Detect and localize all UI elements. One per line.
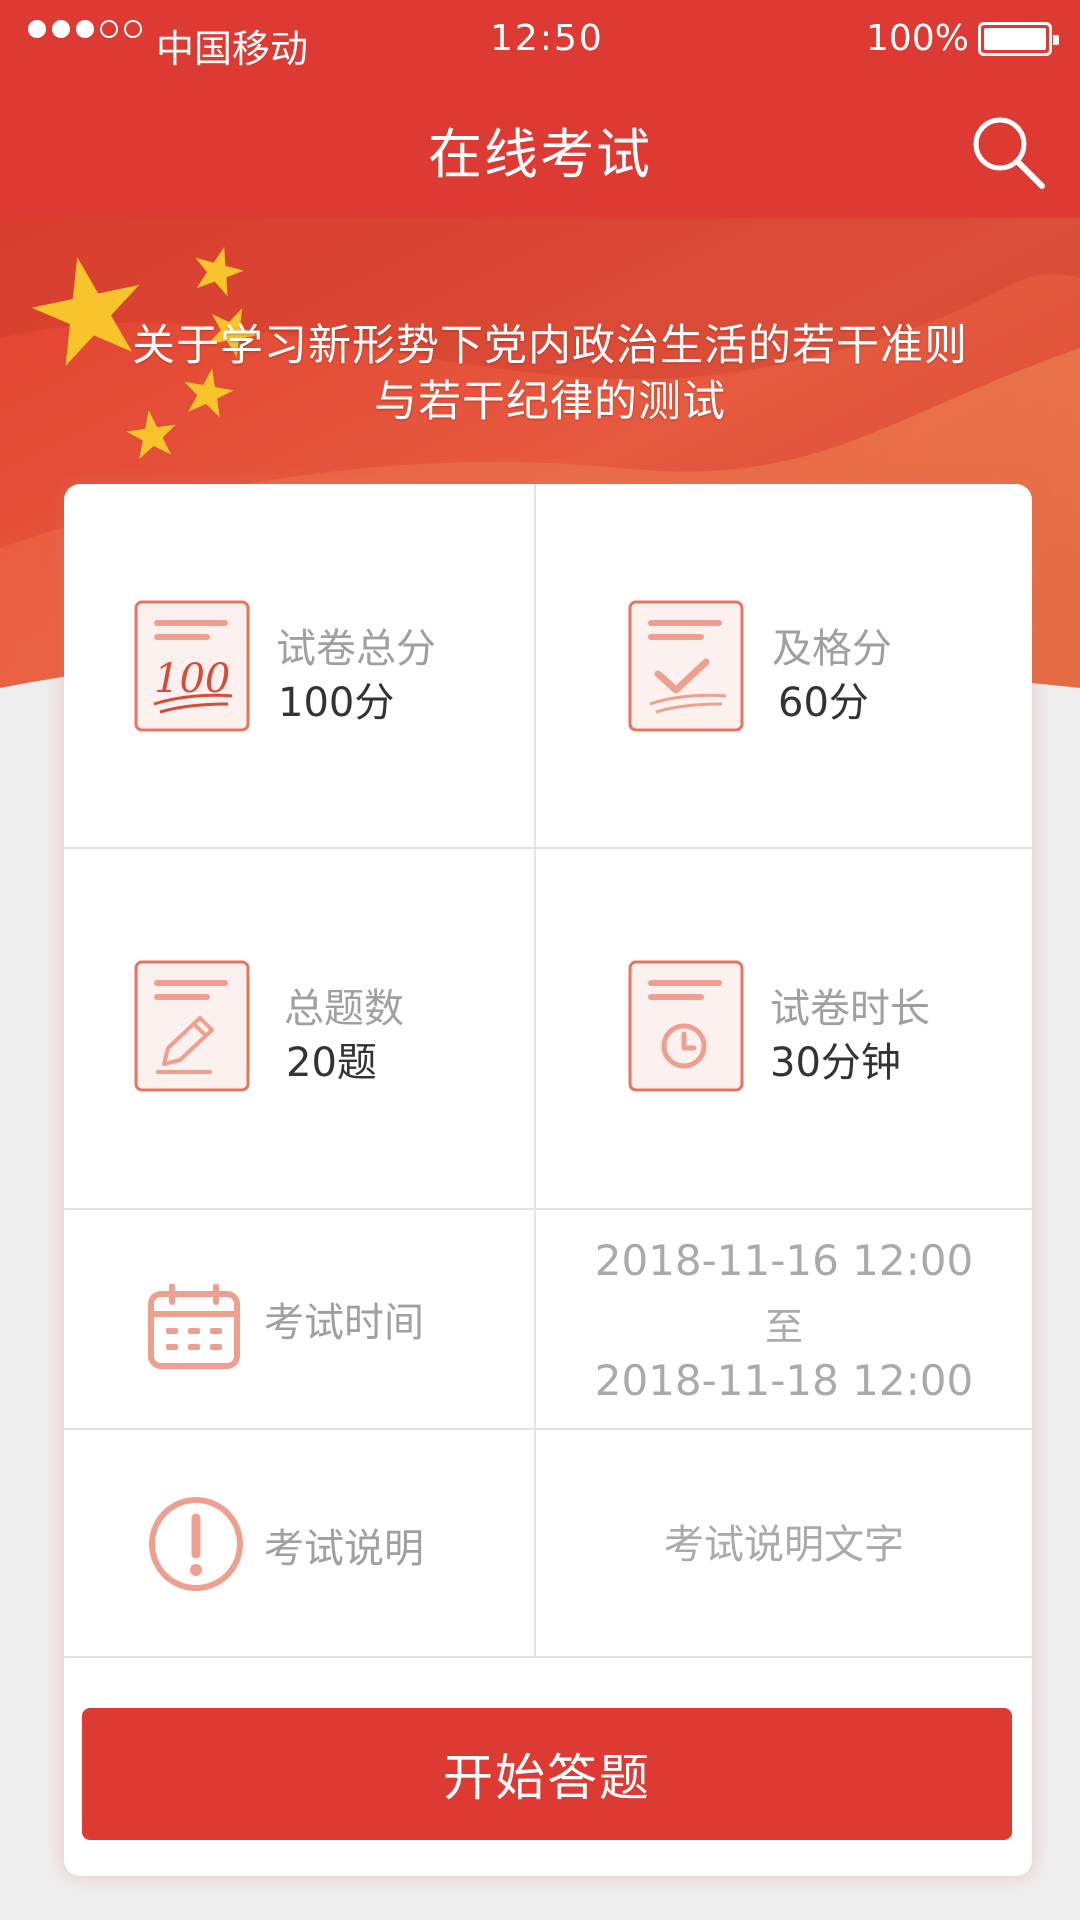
app-header: 中国移动 12:50 100% 在线考试 bbox=[0, 0, 1080, 218]
exam-title: 关于学习新形势下党内政治生活的若干准则 与若干纪律的测试 bbox=[120, 318, 980, 430]
card-divider bbox=[64, 1656, 1032, 1658]
exam-title-line-1: 关于学习新形势下党内政治生活的若干准则 bbox=[132, 321, 968, 371]
signal-strength-icon bbox=[28, 20, 142, 38]
exam-time-separator: 至 bbox=[764, 1305, 803, 1349]
question-count-value: 20题 bbox=[286, 1040, 377, 1086]
card-divider bbox=[534, 484, 536, 1656]
status-time: 12:50 bbox=[490, 18, 604, 59]
score-100-icon: 100 bbox=[134, 600, 250, 732]
duration-label: 试卷时长 bbox=[770, 986, 930, 1032]
card-divider bbox=[64, 1208, 1032, 1210]
search-icon bbox=[973, 117, 1045, 189]
calendar-icon bbox=[148, 1284, 240, 1369]
checkmark-paper-icon bbox=[628, 600, 744, 732]
start-exam-button[interactable]: 开始答题 bbox=[82, 1708, 1012, 1840]
battery-percentage: 100% bbox=[866, 18, 969, 59]
page-title: 在线考试 bbox=[428, 123, 652, 186]
exam-title-line-2: 与若干纪律的测试 bbox=[374, 377, 726, 427]
carrier-name: 中国移动 bbox=[156, 27, 309, 71]
question-count-label: 总题数 bbox=[284, 986, 404, 1032]
exclamation-circle-icon bbox=[149, 1497, 243, 1591]
exam-info-card: 100 试卷总分 100分 及格分 60分 总题数 20题 试卷时长 30分钟 … bbox=[64, 484, 1032, 1876]
exam-note-text: 考试说明文字 bbox=[664, 1522, 904, 1568]
pass-score-value: 60分 bbox=[778, 680, 869, 726]
clock-paper-icon bbox=[628, 960, 744, 1092]
pass-score-label: 及格分 bbox=[772, 626, 892, 672]
total-score-value: 100分 bbox=[278, 680, 395, 726]
exam-time-label: 考试时间 bbox=[264, 1300, 424, 1346]
card-divider bbox=[64, 1428, 1032, 1430]
search-button[interactable] bbox=[968, 112, 1048, 192]
exam-start-time: 2018-11-16 12:00 bbox=[594, 1236, 974, 1285]
status-bar: 中国移动 12:50 100% bbox=[0, 0, 1080, 80]
pencil-paper-icon bbox=[134, 960, 250, 1092]
total-score-label: 试卷总分 bbox=[276, 626, 436, 672]
card-divider bbox=[64, 847, 1032, 849]
exam-note-label: 考试说明 bbox=[264, 1526, 424, 1572]
duration-value: 30分钟 bbox=[770, 1040, 901, 1086]
battery-icon bbox=[978, 22, 1059, 56]
exam-end-time: 2018-11-18 12:00 bbox=[594, 1356, 974, 1405]
